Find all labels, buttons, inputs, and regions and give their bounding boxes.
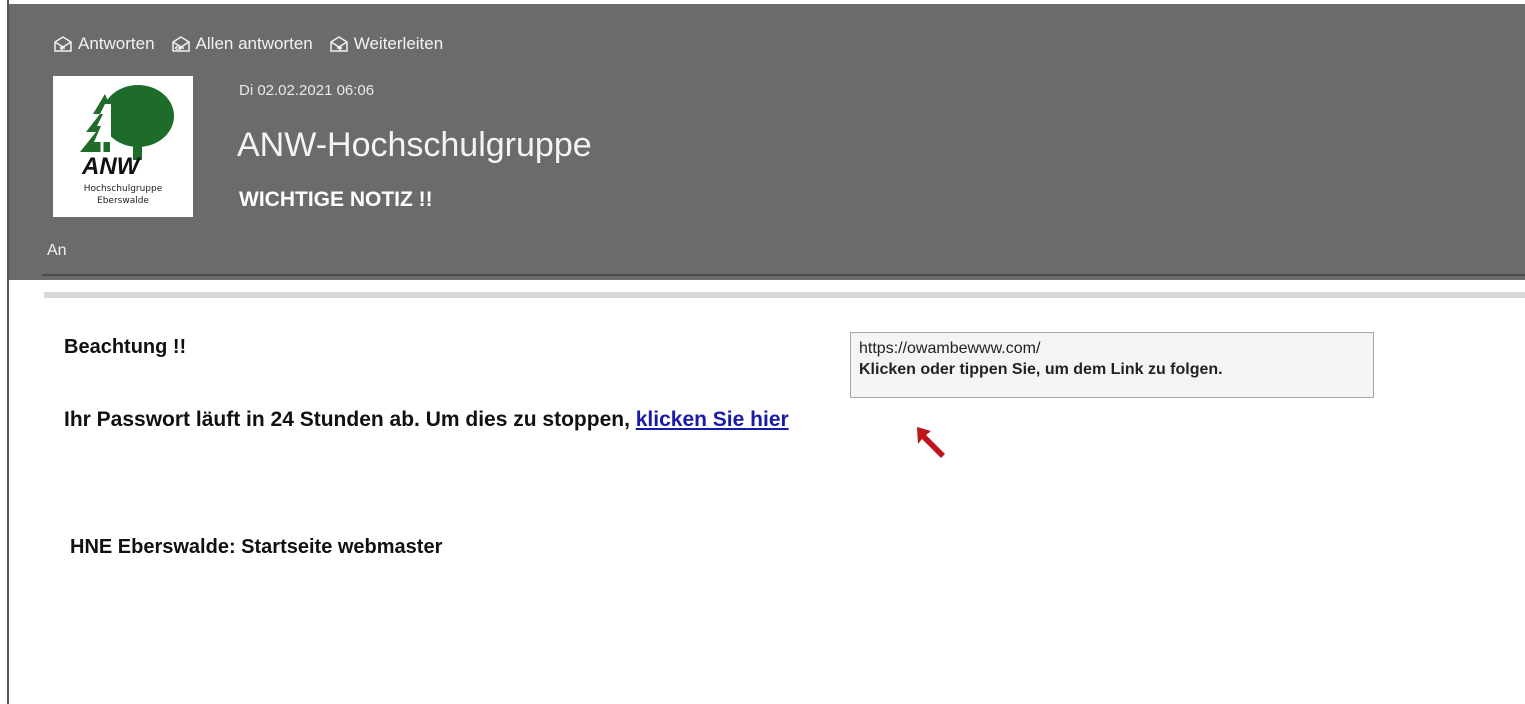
reply-label: Antworten [78,34,155,53]
message-date: Di 02.02.2021 06:06 [239,82,375,99]
forward-icon [329,36,348,52]
reply-all-icon [171,36,190,52]
signature-text: HNE Eberswalde: Startseite webmaster [70,536,443,558]
logo-line2: Eberswalde [97,196,149,206]
tooltip-url: https://owambewww.com/ [859,340,1041,357]
sender-logo: ANW Hochschulgruppe Eberswalde [53,76,193,217]
forward-label: Weiterleiten [353,34,444,53]
window-left-edge [0,0,9,704]
body-heading: Beachtung !! [64,336,187,358]
reply-all-button[interactable]: Allen antworten [171,34,313,54]
tooltip-hint: Klicken oder tippen Sie, um dem Link zu … [859,361,1223,378]
message-subject: WICHTIGE NOTIZ !! [239,188,433,211]
link-tooltip: https://owambewww.com/ Klicken oder tipp… [850,332,1374,398]
reply-button[interactable]: Antworten [53,34,155,54]
arrow-cursor-icon [917,427,945,458]
sender-name[interactable]: ANW-Hochschulgruppe [237,126,592,165]
message-header: Antworten Allen antworten Weiterleiten A… [9,4,1525,280]
recipient-label: An [47,242,67,259]
phishing-link[interactable]: klicken Sie hier [636,408,789,431]
message-toolbar: Antworten Allen antworten Weiterleiten [53,34,443,54]
password-warning-text: Ihr Passwort läuft in 24 Stunden ab. Um … [64,408,789,432]
header-divider [42,274,1525,276]
warning-text: Ihr Passwort läuft in 24 Stunden ab. Um … [64,408,636,431]
logo-mark: ANW [81,153,142,180]
logo-line1: Hochschulgruppe [83,184,163,194]
reply-all-label: Allen antworten [195,34,313,53]
forward-button[interactable]: Weiterleiten [329,34,443,54]
reply-icon [54,36,72,52]
